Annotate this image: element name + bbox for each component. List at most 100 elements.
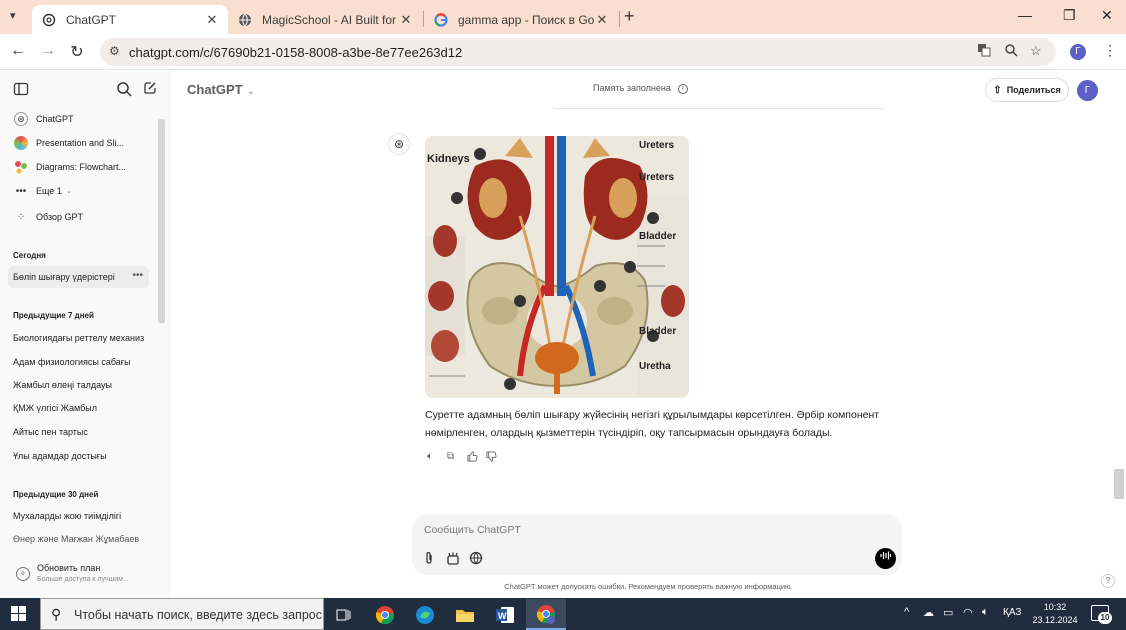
close-icon[interactable]: ✕ (398, 12, 414, 28)
restore-icon[interactable]: ❐ (1063, 7, 1076, 24)
zoom-icon[interactable] (1004, 43, 1018, 60)
task-view-icon[interactable] (324, 599, 364, 630)
volume-icon[interactable]: 🔈︎ (982, 606, 989, 619)
sidebar-scrollbar[interactable] (158, 119, 165, 323)
chat-item[interactable]: Биологиядағы реттелу механиз (8, 327, 149, 349)
wifi-icon[interactable]: ◠ (963, 606, 973, 619)
browser-menu-icon[interactable]: ⋮ (1103, 42, 1117, 59)
sidebar-item-chatgpt[interactable]: ⊛ ChatGPT (8, 108, 149, 130)
chat-item[interactable]: Мухаларды жою тиімділігі (8, 505, 149, 527)
chat-item-label: Айтыс пен тартыс (13, 427, 88, 437)
message-composer[interactable]: Сообщить ChatGPT (412, 514, 902, 575)
presentation-gpt-icon (14, 136, 28, 150)
openai-icon (42, 13, 56, 27)
voice-mode-icon[interactable] (875, 548, 896, 569)
chevron-up-icon[interactable]: ^ (904, 606, 909, 618)
chrome-profile-icon[interactable] (526, 599, 566, 630)
user-avatar[interactable]: Г (1077, 80, 1098, 101)
upgrade-plan-button[interactable]: ✧ Обновить план Больше доступа к лучшим.… (8, 559, 158, 591)
sidebar-toggle-icon[interactable] (13, 81, 29, 101)
tab-magicschool[interactable]: MagicSchool - AI Built for Scho ✕ (228, 5, 422, 34)
share-button[interactable]: ⇧ Поделиться (985, 78, 1069, 102)
chat-item-label: Мухаларды жою тиімділігі (13, 511, 122, 521)
sidebar-item-label: Еще 1 (36, 186, 62, 196)
tab-title: ChatGPT (66, 12, 117, 27)
upgrade-icon: ✧ (16, 567, 30, 581)
back-icon[interactable]: ← (8, 42, 28, 60)
google-icon (434, 12, 448, 27)
chat-item[interactable]: Айтыс пен тартыс (8, 421, 149, 443)
forward-icon[interactable]: → (38, 42, 58, 60)
openai-icon: ⊛ (388, 133, 410, 155)
thumbs-down-icon[interactable] (486, 451, 497, 465)
chat-item[interactable]: ҚМЖ үлгісі Жамбыл (8, 397, 149, 419)
help-button[interactable]: ? (1101, 574, 1115, 588)
close-icon[interactable]: ✕ (594, 12, 610, 28)
url-text[interactable]: chatgpt.com/c/67690b21-0158-8008-a3be-8e… (129, 45, 462, 60)
svg-text:W: W (498, 611, 507, 621)
image-label-bladder: Bladder (639, 326, 677, 337)
copy-icon[interactable]: ⧉ (447, 451, 454, 462)
chat-options-icon[interactable]: ••• (132, 270, 143, 281)
site-info-icon[interactable]: ⚙ (109, 44, 120, 58)
tab-search-chevron-icon[interactable]: ▾ (10, 9, 16, 22)
image-label-kidneys: Kidneys (427, 153, 470, 165)
minimize-icon[interactable]: — (1018, 7, 1032, 23)
more-icon: ••• (15, 185, 27, 197)
disclaimer-text: ChatGPT может допускать ошибки. Рекоменд… (504, 582, 793, 591)
upgrade-subtitle: Больше доступа к лучшим... (37, 576, 129, 583)
tab-chatgpt[interactable]: ChatGPT ✕ (32, 5, 228, 34)
cloud-icon[interactable]: ☁︎ (923, 606, 934, 619)
read-aloud-icon[interactable]: 🔈︎ (427, 451, 433, 462)
memory-status: Память заполнена i (593, 83, 688, 94)
thumbs-up-icon[interactable] (467, 451, 478, 465)
model-selector[interactable]: ChatGPT ⌄ (187, 82, 255, 97)
chat-item[interactable]: Адам физиологиясы сабағы (8, 351, 149, 373)
edge-icon[interactable] (405, 599, 445, 630)
tab-google-search[interactable]: gamma app - Поиск в Google ✕ (424, 5, 618, 34)
translate-icon[interactable] (977, 43, 991, 60)
chat-item[interactable]: Бөліп шығару үдерістері ••• (8, 266, 149, 288)
reload-icon[interactable]: ↻ (67, 42, 87, 62)
attach-icon[interactable] (423, 551, 435, 568)
chat-item-label: Биологиядағы реттелу механиз (13, 333, 145, 343)
share-icon: ⇧ (993, 84, 1002, 96)
sidebar-item-presentation-gpt[interactable]: Presentation and Sli... (8, 132, 149, 154)
chat-sidebar: ⊛ ChatGPT Presentation and Sli... Diagra… (0, 71, 171, 598)
openai-icon: ⊛ (14, 112, 28, 126)
windows-start-icon[interactable] (11, 606, 27, 622)
bookmark-star-icon[interactable]: ☆ (1030, 43, 1042, 59)
generated-image[interactable]: Kidneys Ureters Ureters Bladder Bladder … (425, 136, 689, 398)
tab-separator (619, 11, 620, 27)
sidebar-item-diagrams-gpt[interactable]: Diagrams: Flowchart... (8, 156, 149, 178)
language-indicator[interactable]: ҚАЗ (1003, 607, 1021, 618)
sidebar-item-explore-gpts[interactable]: ⁘ Обзор GPT (8, 206, 149, 228)
address-bar[interactable]: ⚙ chatgpt.com/c/67690b21-0158-8008-a3be-… (100, 38, 1056, 66)
window-close-icon[interactable]: ✕ (1101, 7, 1113, 24)
web-search-icon[interactable] (469, 551, 483, 568)
file-explorer-icon[interactable] (445, 599, 485, 630)
tools-icon[interactable] (446, 551, 460, 568)
new-tab-button[interactable]: + (624, 6, 635, 27)
main-scrollbar[interactable] (1114, 469, 1124, 499)
chat-item[interactable]: Өнер және Мағжан Жұмабаев (8, 528, 149, 550)
chat-item[interactable]: Жамбыл өлеңі талдауы (8, 374, 149, 396)
info-icon[interactable]: i (677, 83, 688, 94)
battery-icon[interactable]: ▭ (943, 606, 953, 619)
sidebar-item-more[interactable]: ••• Еще 1 ⌄ (8, 180, 149, 202)
system-clock[interactable]: 10:32 23.12.2024 (1032, 601, 1078, 627)
image-label-ureters: Ureters (639, 172, 675, 183)
chrome-icon[interactable] (365, 599, 405, 630)
word-icon[interactable]: W (485, 599, 525, 630)
chevron-down-icon: ⌄ (65, 188, 72, 195)
close-icon[interactable]: ✕ (204, 12, 220, 28)
image-label-bladder: Bladder (639, 231, 677, 242)
share-label: Поделиться (1006, 85, 1061, 95)
new-chat-icon[interactable] (142, 80, 158, 100)
browser-profile-avatar[interactable]: Г (1070, 44, 1086, 60)
taskbar-search[interactable]: ⚲ Чтобы начать поиск, введите здесь запр… (40, 598, 324, 630)
search-icon[interactable] (116, 81, 132, 101)
chat-item[interactable]: Ұлы адамдар достығы (8, 445, 149, 467)
chat-item-label: Жамбыл өлеңі талдауы (13, 380, 113, 390)
message-input[interactable]: Сообщить ChatGPT (424, 524, 521, 536)
